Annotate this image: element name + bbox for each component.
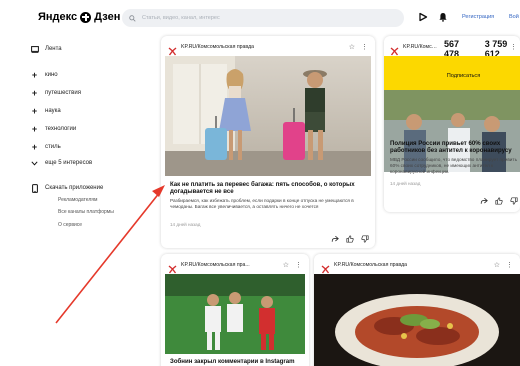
logo-zen-text: Дзен — [94, 11, 121, 23]
dislike-icon[interactable] — [510, 197, 518, 205]
sidebar-item-label: стиль — [45, 144, 61, 150]
phone-icon — [30, 184, 39, 193]
bell-icon[interactable] — [438, 12, 448, 22]
chevron-down-icon — [30, 159, 39, 168]
sidebar-item-label: технологии — [45, 126, 77, 132]
card-photo-travelers[interactable] — [165, 56, 371, 176]
card-header: KP.RU/Комсомольская правда ☆ ⋮ — [321, 260, 513, 274]
like-icon[interactable] — [346, 235, 354, 243]
card-snippet: МВД России сообщило, что ведомство плани… — [390, 157, 518, 174]
card-title[interactable]: Зобнин закрыл комментарии в Instagram — [170, 358, 306, 365]
card-snippet: Разбираемся, как избежать проблем, если … — [170, 198, 354, 209]
zen-star-icon — [80, 11, 92, 23]
kp-logo-icon — [168, 43, 177, 56]
share-icon[interactable] — [331, 235, 339, 243]
sidebar-item-interest[interactable]: + путешествия — [32, 89, 81, 98]
plus-icon: + — [31, 142, 38, 152]
kp-logo-icon — [390, 43, 399, 56]
card-photo-football[interactable] — [165, 274, 305, 354]
sidebar-item-label: наука — [45, 108, 61, 114]
sidebar-item-feed[interactable]: Лента — [30, 46, 62, 53]
subscribe-channel-icon[interactable]: ☆ — [283, 261, 289, 269]
sidebar-link-about[interactable]: О сервисе — [58, 222, 82, 228]
subscribe-channel-icon[interactable]: ☆ — [349, 43, 355, 51]
sidebar-item-label: еще 5 интересов — [45, 160, 93, 166]
video-play-icon[interactable] — [418, 12, 428, 22]
sidebar-more-interests[interactable]: еще 5 интересов — [31, 160, 93, 166]
feed-card-football[interactable]: KP.RU/Комсомольская пра... ☆ ⋮ Зобнин за… — [161, 254, 309, 366]
sidebar-item-label: Скачать приложение — [45, 185, 104, 191]
more-menu-icon[interactable]: ⋮ — [506, 261, 513, 269]
sidebar-item-label: кино — [45, 72, 58, 78]
top-header: Яндекс Дзен Регистрация Вой — [0, 0, 520, 36]
feed-card-police[interactable]: KP.RU/Комсомольская пра... ⋮ 567 478 под… — [384, 36, 520, 212]
kp-logo-icon — [168, 261, 177, 274]
sidebar-item-label: путешествия — [45, 90, 81, 96]
sidebar-link-advertisers[interactable]: Рекламодателям — [58, 197, 97, 203]
register-link[interactable]: Регистрация — [462, 14, 494, 20]
feed-icon — [30, 45, 39, 54]
zen-logo[interactable]: Яндекс Дзен — [38, 11, 120, 23]
subscribe-button[interactable]: Подписаться — [417, 68, 510, 84]
card-photo-dish[interactable] — [314, 274, 520, 366]
sidebar-item-interest[interactable]: + наука — [32, 107, 61, 116]
sidebar-item-label: Лента — [45, 46, 62, 52]
sidebar-item-interest[interactable]: + кино — [32, 71, 58, 80]
plus-icon: + — [31, 106, 38, 116]
like-icon[interactable] — [495, 197, 503, 205]
login-link[interactable]: Вой — [509, 14, 519, 20]
share-icon[interactable] — [480, 197, 488, 205]
card-title[interactable]: Как не платить за перевес багажа: пять с… — [170, 181, 368, 196]
card-header: KP.RU/Комсомольская пра... ☆ ⋮ — [168, 260, 302, 274]
logo-yandex-text: Яндекс — [38, 11, 78, 23]
sidebar-download-app[interactable]: Скачать приложение — [31, 184, 104, 193]
dislike-icon[interactable] — [361, 235, 369, 243]
card-date: 14 дней назад — [390, 181, 421, 186]
card-source-name[interactable]: KP.RU/Комсомольская правда — [181, 44, 254, 50]
card-source-name[interactable]: KP.RU/Комсомольская пра... — [181, 262, 259, 268]
plus-icon: + — [31, 88, 38, 98]
search-icon — [129, 14, 136, 22]
search-bar[interactable] — [122, 9, 404, 27]
subscribe-button-label: Подписаться — [446, 73, 481, 79]
kp-logo-icon — [321, 261, 330, 274]
more-menu-icon[interactable]: ⋮ — [361, 43, 368, 51]
card-source-name[interactable]: KP.RU/Комсомольская пра... — [403, 44, 437, 50]
card-date: 14 дней назад — [170, 222, 201, 227]
sidebar-link-all-channels[interactable]: Все каналы платформы — [58, 209, 114, 215]
card-header: KP.RU/Комсомольская правда ☆ ⋮ — [168, 42, 368, 56]
feed-card-baggage[interactable]: KP.RU/Комсомольская правда ☆ ⋮ Как не пл… — [161, 36, 375, 248]
search-input[interactable] — [142, 15, 382, 21]
feed-card-food[interactable]: KP.RU/Комсомольская правда ☆ ⋮ — [314, 254, 520, 366]
subscribe-channel-icon[interactable]: ☆ — [494, 261, 500, 269]
sidebar-item-interest[interactable]: + технологии — [32, 125, 77, 134]
sidebar: Лента + кино + путешествия + наука + тех… — [0, 36, 150, 366]
plus-icon: + — [31, 70, 38, 80]
card-title[interactable]: Полиция России привьет 60% своих работни… — [390, 140, 518, 155]
sidebar-item-interest[interactable]: + стиль — [32, 143, 61, 152]
more-menu-icon[interactable]: ⋮ — [295, 261, 302, 269]
plus-icon: + — [31, 124, 38, 134]
card-source-name[interactable]: KP.RU/Комсомольская правда — [334, 262, 407, 268]
